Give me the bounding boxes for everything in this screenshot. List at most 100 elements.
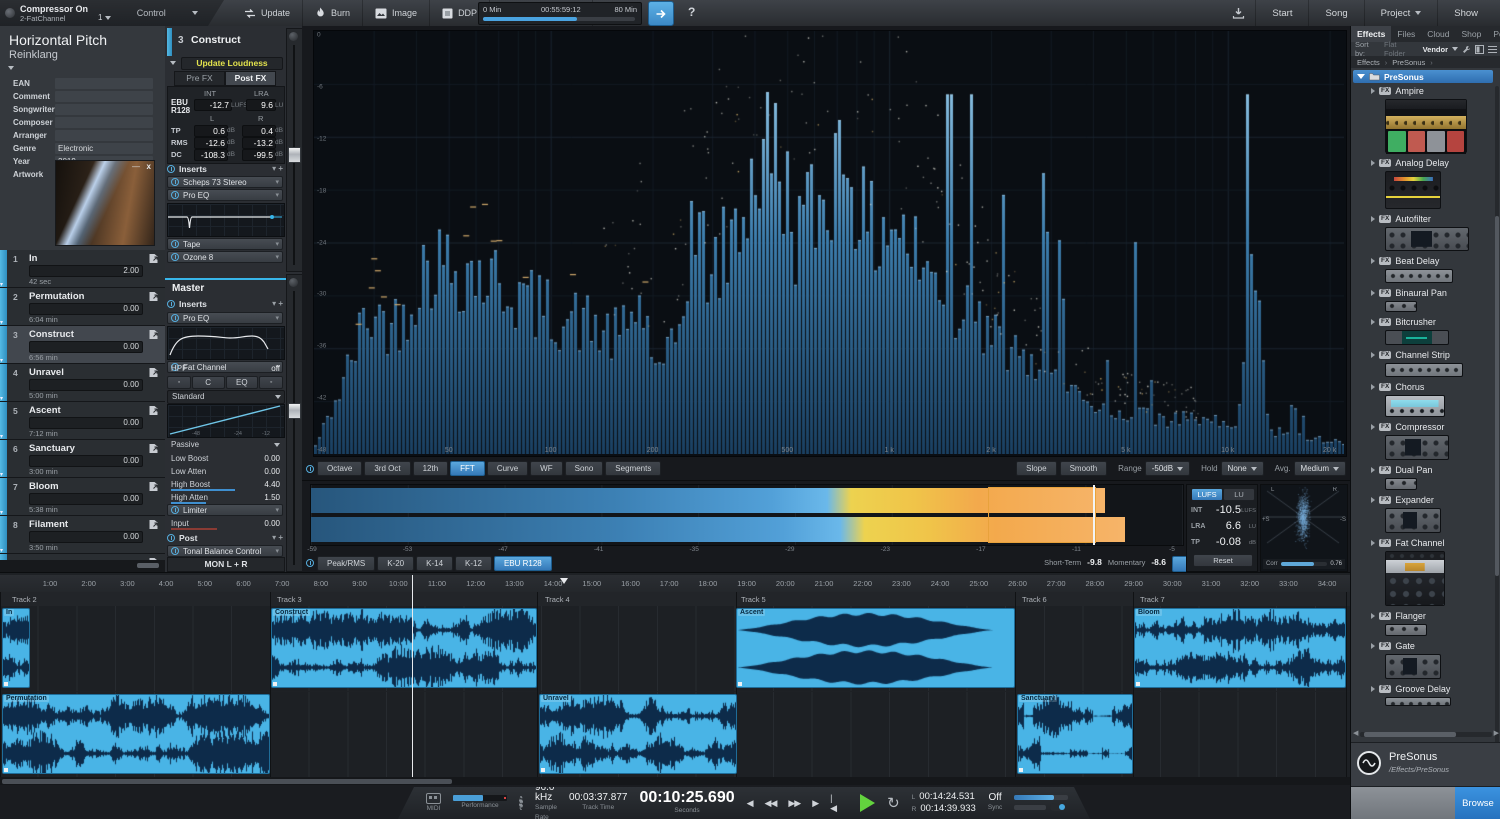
marker-icon[interactable] (560, 578, 568, 584)
track-marker-track-3[interactable]: Track 3 (277, 595, 302, 604)
volume-slider[interactable] (1014, 795, 1069, 800)
track-list-item[interactable]: ▾ 4 Unravel 0.00 5:00 min (0, 364, 165, 402)
scrollbar-handle[interactable] (2, 779, 452, 784)
track-gain-field[interactable]: 0.00 (29, 531, 143, 543)
fx-thumbnail[interactable] (1385, 171, 1441, 209)
return-to-start-button[interactable]: |◀ (830, 793, 837, 814)
jump-arrow-button[interactable] (648, 1, 674, 26)
browser-tab-shop[interactable]: Shop (1456, 26, 1488, 42)
meter-mode-ebu-r128[interactable]: EBU R128 (493, 555, 552, 571)
limiter-insert[interactable]: Limiter ▾ (167, 504, 283, 516)
browser-hscrollbar[interactable]: ◀ ▶ (1353, 730, 1499, 738)
scrollbar-handle[interactable] (137, 563, 159, 568)
collapse-triangle-icon[interactable] (170, 61, 176, 65)
expand-triangle-icon[interactable] (1371, 352, 1375, 358)
wave-file-icon[interactable] (148, 291, 160, 302)
play-button[interactable] (860, 794, 876, 812)
fx-thumbnail[interactable] (1385, 227, 1469, 251)
disc-progress-track[interactable] (483, 17, 635, 21)
smooth-button[interactable]: Smooth (1059, 461, 1108, 476)
scrollbar-handle[interactable] (1364, 731, 1457, 737)
audio-clip-construct[interactable]: Construct (271, 608, 537, 688)
insert-slot-scheps-73-stereo[interactable]: Scheps 73 Stereo ▾ (167, 176, 283, 188)
limiter-section-button[interactable]: ◦ (259, 376, 283, 389)
param-index[interactable]: 1 (98, 13, 111, 22)
audio-clip-permutation[interactable]: Permutation (2, 694, 270, 774)
expand-triangle-icon[interactable] (1371, 613, 1375, 619)
track-marker-track-4[interactable]: Track 4 (545, 595, 570, 604)
fat-param-1[interactable]: Low Atten 0.00 (167, 466, 283, 478)
browser-tab-cloud[interactable]: Cloud (1421, 26, 1455, 42)
fx-item-bitcrusher[interactable]: FX Bitcrusher (1371, 316, 1489, 345)
track-gain-field[interactable]: 2.00 (29, 265, 143, 277)
nav-show[interactable]: Show (1437, 0, 1494, 26)
track-gain-field[interactable]: 0.00 (29, 379, 143, 391)
spectrum-mode-12th[interactable]: 12th (412, 461, 449, 476)
cue-volume-slider[interactable] (1014, 804, 1047, 810)
time-ruler[interactable]: 1:00 2:00 3:00 4:00 5:00 6:00 7:00 8:00 9:00 10:0… (0, 575, 1350, 593)
expand-triangle-icon[interactable] (1371, 424, 1375, 430)
expand-triangle-icon[interactable] (1371, 467, 1375, 473)
fx-thumbnail[interactable] (1385, 395, 1445, 417)
track-gain-field[interactable]: 0.00 (29, 455, 143, 467)
fader-cap[interactable] (288, 403, 301, 419)
clip-handle[interactable] (273, 682, 277, 686)
spectrum-display[interactable]: 0 -6 -12 -18 -24 -30 -36 -42 -48 50 100 200 500 1 k 2… (313, 30, 1347, 457)
track-marker-track-5[interactable]: Track 5 (741, 595, 766, 604)
genre-field[interactable]: Electronic (55, 143, 153, 154)
fx-item-channel-strip[interactable]: FX Channel Strip (1371, 349, 1489, 377)
eq-mode-dropdown[interactable]: Passive (167, 439, 283, 451)
hpf-row[interactable]: HPF off (167, 363, 283, 375)
nudge-forward-button[interactable]: ▶ (812, 798, 819, 809)
fx-item-compressor[interactable]: FXCompressor★ (1371, 421, 1489, 460)
clip-handle[interactable] (1136, 682, 1140, 686)
master-eq-curve-display[interactable] (167, 326, 285, 360)
breadcrumb-effects[interactable]: Effects (1357, 58, 1380, 67)
spectrum-mode-segments[interactable]: Segments (605, 461, 662, 476)
fx-thumbnail[interactable] (1385, 508, 1441, 533)
post-header[interactable]: Post ▾ + (167, 532, 283, 543)
meter-power-icon[interactable] (306, 559, 314, 567)
insert-slot-tonal-balance-control[interactable]: Tonal Balance Control ▾ (167, 545, 283, 557)
gate-section-button[interactable]: ◦ (167, 376, 191, 389)
fx-item-row[interactable]: FX Autofilter (1371, 213, 1489, 225)
fat-param-2[interactable]: High Boost 4.40 (167, 479, 283, 491)
fx-thumbnail[interactable] (1385, 363, 1463, 377)
expand-triangle-icon[interactable] (1371, 686, 1375, 692)
reset-button[interactable]: Reset (1193, 554, 1253, 567)
fx-item-row[interactable]: FX Analog Delay (1371, 157, 1489, 169)
fx-item-row[interactable]: FX Compressor (1371, 421, 1489, 433)
playhead[interactable] (412, 575, 413, 777)
fx-item-beat-delay[interactable]: FX Beat Delay (1371, 255, 1489, 283)
clip-handle[interactable] (738, 682, 742, 686)
meter-mode-peak-rms[interactable]: Peak/RMS (317, 555, 376, 571)
fx-thumbnail[interactable] (1385, 301, 1417, 312)
range-dropdown[interactable]: -50dB (1144, 461, 1191, 476)
songwriter-field[interactable] (55, 104, 153, 115)
tab-post-fx[interactable]: Post FX (225, 71, 276, 86)
audio-clip-unravel[interactable]: Unravel (539, 694, 737, 774)
expand-triangle-icon[interactable] (1371, 384, 1375, 390)
lufs-button[interactable]: LUFS (1191, 488, 1223, 501)
fx-item-row[interactable]: FX Binaural Pan (1371, 287, 1489, 299)
artwork-image[interactable]: — x (55, 160, 155, 246)
audio-clip-bloom[interactable]: Bloom (1134, 608, 1346, 688)
lu-button[interactable]: LU (1223, 488, 1255, 501)
browser-tab-pool[interactable]: Pool (1487, 26, 1500, 42)
fx-thumbnail[interactable] (1385, 269, 1453, 283)
comp-mode-dropdown[interactable]: Standard (167, 390, 285, 404)
wave-file-icon[interactable] (148, 443, 160, 454)
sort-vendor-option[interactable]: Vendor (1423, 45, 1448, 54)
download-icon[interactable] (1222, 7, 1255, 19)
power-icon[interactable] (171, 240, 179, 248)
expand-triangle-icon[interactable] (1371, 216, 1375, 222)
pan-knob-icon[interactable] (289, 32, 298, 41)
spectrum-mode-curve[interactable]: Curve (486, 461, 529, 476)
power-icon[interactable] (171, 253, 179, 261)
audio-clip-ascent[interactable]: Ascent (736, 608, 1015, 688)
fx-thumbnail[interactable] (1385, 697, 1451, 706)
hold-dropdown[interactable]: None (1220, 461, 1264, 476)
image-button[interactable]: Image (363, 0, 431, 26)
insert-slot-pro-eq[interactable]: Pro EQ ▾ (167, 189, 283, 201)
fat-param-3[interactable]: High Atten 1.50 (167, 492, 283, 504)
